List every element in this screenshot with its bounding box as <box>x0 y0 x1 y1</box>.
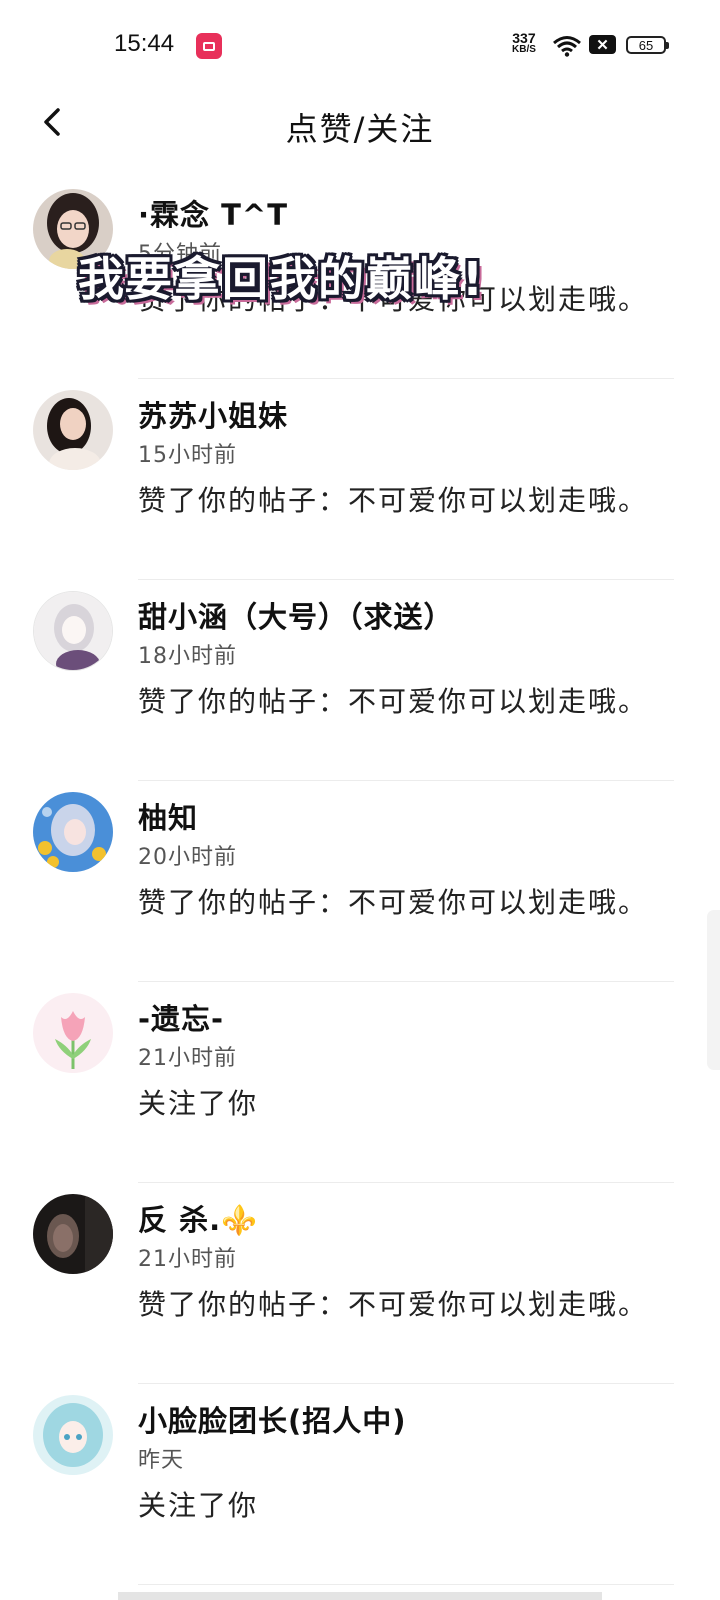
network-speed-value: 337 <box>512 30 536 46</box>
user-name[interactable]: 苏苏小姐妹 <box>138 393 288 435</box>
close-badge-icon: ✕ <box>589 35 616 54</box>
list-item[interactable]: -遗忘- 21小时前 关注了你 <box>0 982 720 1183</box>
notification-message: 赞了你的帖子：不可爱你可以划走哦。 <box>138 886 649 919</box>
wifi-icon <box>553 36 581 57</box>
battery-icon: 65 <box>626 36 669 54</box>
notification-message: 赞了你的帖子：不可爱你可以划走哦。 <box>138 1288 649 1321</box>
notification-message: 关注了你 <box>138 1087 259 1120</box>
list-item[interactable]: 柚知 20小时前 赞了你的帖子：不可爱你可以划走哦。 <box>0 781 720 982</box>
avatar[interactable] <box>33 1395 113 1475</box>
avatar[interactable] <box>33 390 113 470</box>
avatar[interactable] <box>33 792 113 872</box>
screen-record-icon <box>196 33 222 59</box>
nav-bar: 点赞/关注 <box>0 92 720 162</box>
user-name[interactable]: 柚知 <box>138 795 198 837</box>
user-name[interactable]: -遗忘- <box>138 996 224 1038</box>
list-item[interactable]: 反 杀.⚜️ 21小时前 赞了你的帖子：不可爱你可以划走哦。 <box>0 1183 720 1384</box>
user-name[interactable]: 反 杀.⚜️ <box>138 1197 258 1239</box>
user-name[interactable]: 小脸脸团长(招人中) <box>138 1398 407 1440</box>
network-speed-unit: KB/S <box>512 44 536 55</box>
notification-list: ·霖念 T^T 5分钟前 赞了你的帖子：不可爱你可以划走哦。 苏苏小姐妹 15小… <box>0 178 720 1585</box>
page-title: 点赞/关注 <box>285 110 435 148</box>
list-item[interactable]: 小脸脸团长(招人中) 昨天 关注了你 <box>0 1384 720 1585</box>
scrollbar-handle[interactable] <box>707 910 720 1070</box>
status-bar: 15:44 337 KB/S ✕ 65 <box>0 0 720 92</box>
bottom-strip <box>118 1592 602 1600</box>
list-item[interactable]: 苏苏小姐妹 15小时前 赞了你的帖子：不可爱你可以划走哦。 <box>0 379 720 580</box>
time-ago: 15小时前 <box>138 443 237 468</box>
user-name[interactable]: ·霖念 T^T <box>138 192 288 234</box>
time-ago: 20小时前 <box>138 845 237 870</box>
avatar[interactable] <box>33 591 113 671</box>
list-item[interactable]: 甜小涵（大号）（求送） 18小时前 赞了你的帖子：不可爱你可以划走哦。 <box>0 580 720 781</box>
time-ago: 18小时前 <box>138 644 237 669</box>
time-ago: 21小时前 <box>138 1046 237 1071</box>
network-speed: 337 KB/S <box>512 31 536 55</box>
divider <box>138 1584 674 1585</box>
avatar[interactable] <box>33 1194 113 1274</box>
caption-overlay: 我要拿回我的巅峰! <box>78 252 485 306</box>
notification-message: 关注了你 <box>138 1489 259 1522</box>
notification-message: 赞了你的帖子：不可爱你可以划走哦。 <box>138 685 649 718</box>
notification-message: 赞了你的帖子：不可爱你可以划走哦。 <box>138 484 649 517</box>
time-ago: 21小时前 <box>138 1247 237 1272</box>
time-ago: 昨天 <box>138 1448 185 1473</box>
avatar[interactable] <box>33 993 113 1073</box>
user-name[interactable]: 甜小涵（大号）（求送） <box>138 594 454 636</box>
status-time: 15:44 <box>114 30 175 57</box>
